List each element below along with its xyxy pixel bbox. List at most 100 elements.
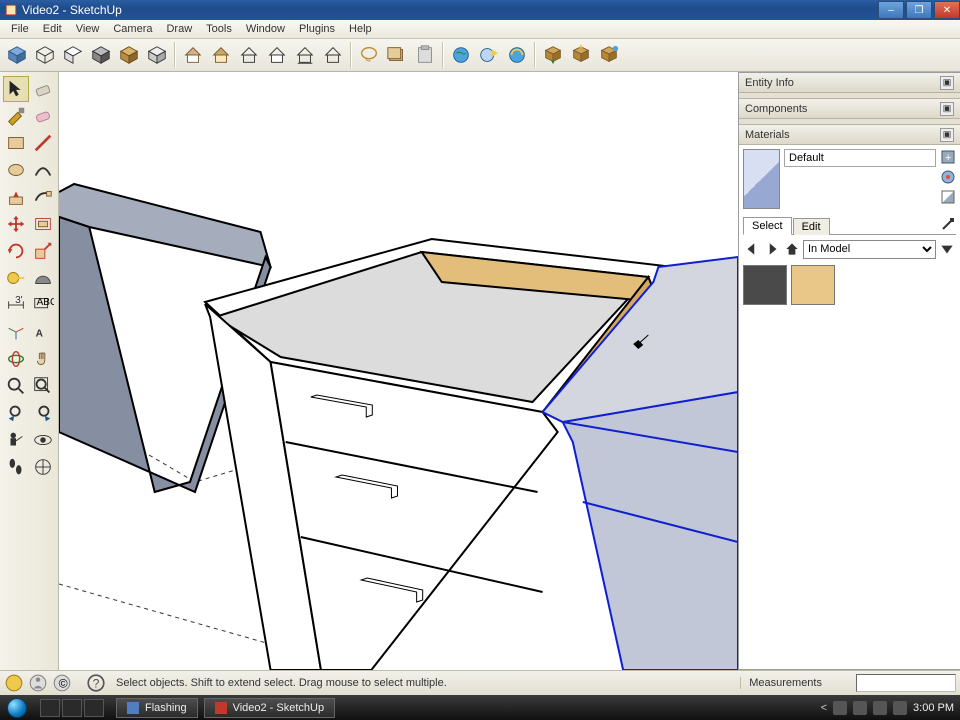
zoom-tool-icon[interactable]: [3, 373, 29, 399]
globe-sync-icon[interactable]: [504, 42, 530, 68]
scale-tool-icon[interactable]: [30, 238, 56, 264]
rectangle-tool-icon[interactable]: [3, 130, 29, 156]
package-share-icon[interactable]: [596, 42, 622, 68]
library-menu-icon[interactable]: [938, 240, 956, 258]
menu-help[interactable]: Help: [342, 21, 379, 37]
tape-tool-icon[interactable]: [3, 265, 29, 291]
globe-export-icon[interactable]: [476, 42, 502, 68]
create-material-icon[interactable]: +: [940, 149, 956, 165]
menu-edit[interactable]: Edit: [36, 21, 69, 37]
next-view-tool-icon[interactable]: [30, 400, 56, 426]
orbit-tool-icon[interactable]: [3, 346, 29, 372]
menu-plugins[interactable]: Plugins: [292, 21, 342, 37]
material-swatch-tan[interactable]: [791, 265, 835, 305]
components-header[interactable]: Components ▣: [739, 99, 960, 119]
status-claim-icon[interactable]: ©: [52, 673, 72, 693]
tray-clock[interactable]: 3:00 PM: [913, 702, 954, 714]
paste-icon[interactable]: [412, 42, 438, 68]
house6-icon[interactable]: [320, 42, 346, 68]
offset-tool-icon[interactable]: [30, 211, 56, 237]
protractor-tool-icon[interactable]: [30, 265, 56, 291]
taskbar-task-sketchup[interactable]: Video2 - SketchUp: [204, 698, 336, 718]
followme-tool-icon[interactable]: [30, 184, 56, 210]
section-tool-icon[interactable]: [30, 454, 56, 480]
tray-volume-icon[interactable]: [893, 701, 907, 715]
house4-icon[interactable]: [264, 42, 290, 68]
menu-draw[interactable]: Draw: [159, 21, 199, 37]
walk-tool-icon[interactable]: [3, 454, 29, 480]
prev-view-tool-icon[interactable]: [3, 400, 29, 426]
select-tool-icon[interactable]: [3, 76, 29, 102]
materials-tab-select[interactable]: Select: [743, 217, 792, 235]
entity-info-header[interactable]: Entity Info ▣: [739, 73, 960, 93]
lasso-icon[interactable]: [356, 42, 382, 68]
move-tool-icon[interactable]: [3, 211, 29, 237]
shaded-cube-icon[interactable]: [88, 42, 114, 68]
look-around-tool-icon[interactable]: [30, 427, 56, 453]
maximize-button[interactable]: ❐: [906, 1, 932, 19]
material-library-select[interactable]: In Model: [803, 240, 936, 259]
iso-view-icon[interactable]: [4, 42, 30, 68]
quicklaunch-2-icon[interactable]: [62, 699, 82, 717]
menu-camera[interactable]: Camera: [106, 21, 159, 37]
quicklaunch-3-icon[interactable]: [84, 699, 104, 717]
menu-file[interactable]: File: [4, 21, 36, 37]
eyedropper-icon[interactable]: [940, 216, 956, 232]
material-preview[interactable]: [743, 149, 780, 209]
mono-cube-icon[interactable]: [144, 42, 170, 68]
nav-back-icon[interactable]: [743, 240, 761, 258]
globe-refresh-icon[interactable]: [448, 42, 474, 68]
taskbar-task-flashing[interactable]: Flashing: [116, 698, 198, 718]
menu-tools[interactable]: Tools: [199, 21, 239, 37]
pan-tool-icon[interactable]: [30, 346, 56, 372]
wire-cube-icon[interactable]: [32, 42, 58, 68]
package-down-icon[interactable]: [540, 42, 566, 68]
menu-view[interactable]: View: [69, 21, 107, 37]
close-button[interactable]: ✕: [934, 1, 960, 19]
status-geo-icon[interactable]: [4, 673, 24, 693]
default-material-icon[interactable]: [940, 189, 956, 205]
texture-cube-icon[interactable]: [116, 42, 142, 68]
nav-forward-icon[interactable]: [763, 240, 781, 258]
entity-info-close-icon[interactable]: ▣: [940, 76, 954, 90]
zoom-extents-tool-icon[interactable]: [30, 373, 56, 399]
tray-chevron-icon[interactable]: <: [821, 702, 827, 714]
package-up-icon[interactable]: [568, 42, 594, 68]
hidden-cube-icon[interactable]: [60, 42, 86, 68]
text-tool-icon[interactable]: ABC: [30, 292, 56, 318]
arc-tool-icon[interactable]: [30, 157, 56, 183]
material-swatch-dark[interactable]: [743, 265, 787, 305]
tray-icon-2[interactable]: [853, 701, 867, 715]
house1-icon[interactable]: [180, 42, 206, 68]
measurements-input[interactable]: [856, 674, 956, 692]
circle-tool-icon[interactable]: [3, 157, 29, 183]
eraser-tool-icon[interactable]: [30, 76, 56, 102]
minimize-button[interactable]: –: [878, 1, 904, 19]
axes-tool-icon[interactable]: [3, 319, 29, 345]
viewport[interactable]: [59, 72, 738, 670]
start-button[interactable]: [0, 695, 34, 720]
menu-window[interactable]: Window: [239, 21, 292, 37]
help-hint-icon[interactable]: ?: [86, 673, 106, 693]
material-name-input[interactable]: [784, 149, 936, 167]
materials-header[interactable]: Materials ▣: [739, 125, 960, 145]
status-credits-icon[interactable]: [28, 673, 48, 693]
eraser2-tool-icon[interactable]: [30, 103, 56, 129]
house2-icon[interactable]: [208, 42, 234, 68]
nav-home-icon[interactable]: [783, 240, 801, 258]
paint-tool-icon[interactable]: [3, 103, 29, 129]
dimension-tool-icon[interactable]: 3': [3, 292, 29, 318]
house5-icon[interactable]: [292, 42, 318, 68]
house3-icon[interactable]: [236, 42, 262, 68]
materials-tab-edit[interactable]: Edit: [793, 218, 830, 235]
rotate-tool-icon[interactable]: [3, 238, 29, 264]
tray-icon-1[interactable]: [833, 701, 847, 715]
sample-paint-icon[interactable]: [940, 169, 956, 185]
materials-close-icon[interactable]: ▣: [940, 128, 954, 142]
pushpull-tool-icon[interactable]: [3, 184, 29, 210]
quicklaunch-1-icon[interactable]: [40, 699, 60, 717]
components-close-icon[interactable]: ▣: [940, 102, 954, 116]
tray-icon-3[interactable]: [873, 701, 887, 715]
component-icon[interactable]: [384, 42, 410, 68]
line-tool-icon[interactable]: [30, 130, 56, 156]
